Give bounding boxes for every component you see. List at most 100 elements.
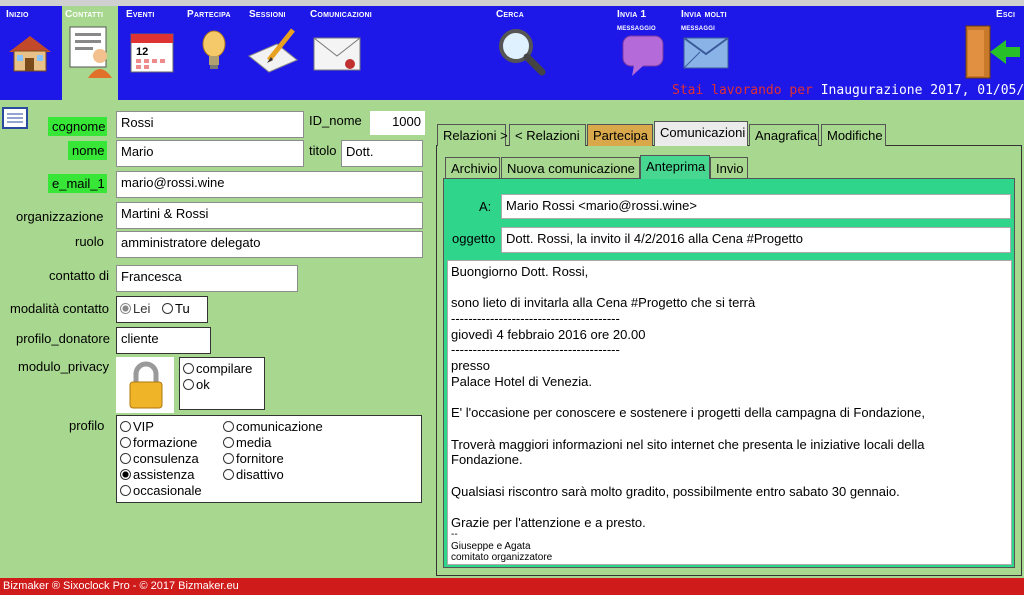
organizzazione-field[interactable]: Martini & Rossi (116, 202, 423, 229)
privacy-compilare-option[interactable]: compilare (183, 361, 252, 376)
nav-invia1-label[interactable]: Invia 1 (617, 9, 646, 20)
profilo-radio[interactable] (223, 421, 234, 432)
modalita-lei-option[interactable]: Lei (120, 301, 150, 316)
id-nome-label: ID_nome (309, 113, 362, 128)
profilo-option[interactable]: comunicazione (223, 419, 323, 435)
pen-paper-icon[interactable] (247, 26, 299, 74)
nav-inviamolti-label[interactable]: Invia molti (681, 9, 727, 20)
nav-inizio-label[interactable]: Inizio (6, 9, 29, 20)
message-line: Buongiorno Dott. Rossi, (451, 264, 589, 279)
modalita-tu-text: Tu (175, 301, 190, 316)
nav-inviamolti-sublabel[interactable]: messaggi (681, 22, 715, 32)
cognome-field[interactable]: Rossi (116, 111, 304, 138)
profilo-radio[interactable] (223, 453, 234, 464)
email-field[interactable]: mario@rossi.wine (116, 171, 423, 198)
message-line: giovedì 4 febbraio 2016 ore 20.00 (451, 326, 646, 342)
profilo-radio[interactable] (120, 437, 131, 448)
subtab-archivio[interactable]: Archivio (445, 157, 500, 178)
subtab-invio[interactable]: Invio (710, 157, 748, 178)
message-line (451, 499, 925, 515)
profilo-option[interactable]: formazione (120, 435, 202, 451)
message-line: E' l'occasione per conoscere e sostenere… (451, 405, 925, 421)
subtab-anteprima[interactable]: Anteprima (640, 155, 710, 179)
message-line: --------------------------------------- (451, 311, 620, 327)
tab-partecipa[interactable]: Partecipa (587, 124, 653, 146)
nome-label: nome (68, 141, 107, 160)
modulo-privacy-label: modulo_privacy (18, 359, 110, 374)
profilo-donatore-label: profilo_donatore (16, 331, 110, 346)
footer-copyright: Bizmaker ® Sixoclock Pro - © 2017 Bizmak… (3, 580, 239, 592)
envelope-icon[interactable] (312, 34, 364, 74)
subject-field[interactable]: Dott. Rossi, la invito il 4/2/2016 alla … (501, 227, 1011, 253)
privacy-ok-option[interactable]: ok (183, 377, 210, 392)
to-field[interactable]: Mario Rossi <mario@rossi.wine> (501, 194, 1011, 219)
nav-contatti-label[interactable]: Contatti (65, 9, 103, 20)
contatto-di-label: contatto di (49, 268, 109, 283)
nome-field[interactable]: Mario (116, 140, 304, 167)
message-line: Troverà maggiori informazioni nel sito i… (451, 436, 925, 452)
tab-relazioni[interactable]: < Relazioni (509, 124, 586, 146)
profilo-radio[interactable] (223, 437, 234, 448)
nav-sessioni-label[interactable]: Sessioni (249, 9, 286, 20)
nav-partecipa-label[interactable]: Partecipa (187, 9, 231, 20)
profilo-option[interactable]: media (223, 435, 323, 451)
exit-door-icon[interactable] (962, 22, 1022, 82)
lightbulb-icon[interactable] (198, 28, 230, 74)
profilo-option[interactable]: occasionale (120, 483, 202, 499)
titolo-field[interactable]: Dott. (341, 140, 423, 167)
working-for-status: Stai lavorando per Inaugurazione 2017, 0… (672, 83, 1024, 98)
cognome-label: cognome (48, 117, 107, 136)
nav-invia1-sublabel[interactable]: messaggio (617, 22, 656, 32)
list-view-icon[interactable] (2, 107, 28, 129)
profilo-radio[interactable] (120, 453, 131, 464)
privacy-compilare-text: compilare (196, 361, 253, 376)
radio-tu[interactable] (162, 303, 173, 314)
profilo-radio[interactable] (120, 421, 131, 432)
profilo-radio[interactable] (120, 469, 131, 480)
tab-anagrafica[interactable]: Anagrafica (749, 124, 819, 146)
status-prefix: Stai lavorando per (672, 83, 821, 98)
house-icon[interactable] (5, 30, 55, 74)
signature-line: -- (451, 529, 458, 540)
profilo-option[interactable]: VIP (120, 419, 202, 435)
nav-eventi-label[interactable]: Eventi (126, 9, 154, 20)
message-line: sono lieto di invitarla alla Cena #Proge… (451, 295, 756, 311)
message-body[interactable]: Buongiorno Dott. Rossi, sono lieto di inv… (447, 260, 1012, 565)
contatto-di-field[interactable]: Francesca (116, 265, 298, 292)
calendar-day: 12 (136, 46, 148, 58)
calendar-icon[interactable]: 12 (128, 28, 176, 74)
radio-ok[interactable] (183, 379, 194, 390)
radio-compilare[interactable] (183, 363, 194, 374)
organizzazione-label: organizzazione (16, 209, 104, 224)
profilo-radio[interactable] (120, 485, 131, 496)
email-label: e_mail_1 (48, 174, 107, 193)
profilo-option[interactable]: fornitore (223, 451, 323, 467)
profilo-option[interactable]: consulenza (120, 451, 202, 467)
nav-comunicazioni-label[interactable]: Comunicazioni (310, 9, 372, 20)
tab-modifiche[interactable]: Modifiche (821, 124, 886, 146)
tab-comunicazioni[interactable]: Comunicazioni (654, 121, 748, 146)
footer-bar: Bizmaker ® Sixoclock Pro - © 2017 Bizmak… (0, 578, 1024, 595)
profilo-option-text: disattivo (236, 467, 284, 482)
contact-card-icon[interactable] (66, 24, 114, 78)
tab-relazioni[interactable]: Relazioni > (437, 124, 508, 146)
nav-cerca-label[interactable]: Cerca (496, 9, 524, 20)
profilo-option[interactable]: assistenza (120, 467, 202, 483)
ruolo-field[interactable]: amministratore delegato (116, 231, 423, 258)
speech-bubble-icon[interactable] (620, 34, 668, 78)
nav-esci-label[interactable]: Esci (996, 9, 1015, 20)
message-signature: -- Giuseppe e Agata comitato organizzatore (451, 529, 552, 564)
profilo-option-text: media (236, 435, 272, 450)
message-line (451, 421, 925, 437)
profilo-radio[interactable] (223, 469, 234, 480)
magnifier-icon[interactable] (494, 26, 548, 76)
envelopes-icon[interactable] (682, 34, 732, 74)
profilo-donatore-field[interactable]: cliente (116, 327, 211, 354)
modalita-tu-option[interactable]: Tu (162, 301, 190, 316)
padlock-icon[interactable] (126, 360, 166, 410)
subtab-nuovacomunicazione[interactable]: Nuova comunicazione (501, 157, 640, 178)
ruolo-label: ruolo (75, 234, 104, 249)
radio-lei[interactable] (120, 303, 131, 314)
profilo-option[interactable]: disattivo (223, 467, 323, 483)
id-nome-field[interactable]: 1000 (370, 111, 425, 135)
